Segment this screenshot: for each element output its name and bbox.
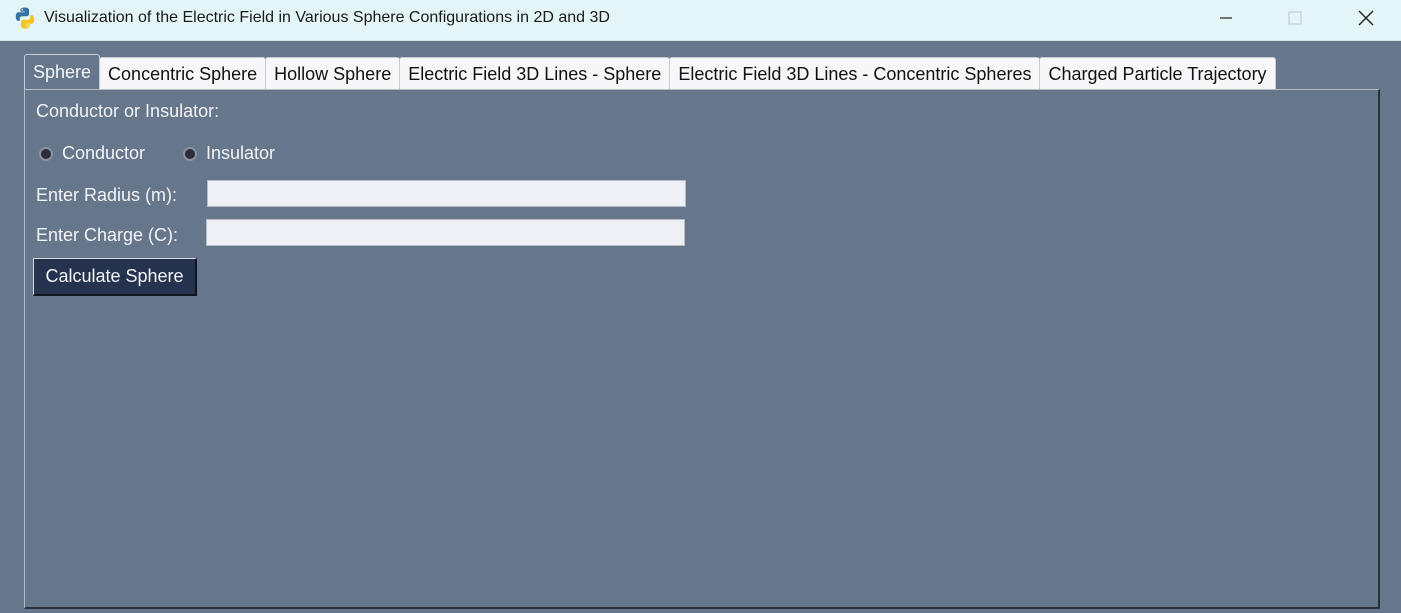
- close-button[interactable]: [1343, 0, 1389, 36]
- radius-label: Enter Radius (m):: [36, 185, 178, 205]
- window-title: Visualization of the Electric Field in V…: [44, 9, 610, 26]
- conductor-radio[interactable]: Conductor: [39, 143, 145, 164]
- radio-indicator-icon: [183, 146, 197, 161]
- app-window: Visualization of the Electric Field in V…: [0, 0, 1401, 613]
- tab-concentric-sphere[interactable]: Concentric Sphere: [99, 57, 267, 90]
- python-icon: [15, 7, 35, 29]
- calculate-sphere-button[interactable]: Calculate Sphere: [33, 258, 197, 296]
- tab-hollow-sphere[interactable]: Hollow Sphere: [265, 57, 401, 90]
- charge-label: Enter Charge (C):: [36, 225, 179, 245]
- maximize-icon: [1288, 11, 1302, 25]
- material-type-label: Conductor or Insulator:: [36, 101, 220, 121]
- title-bar: Visualization of the Electric Field in V…: [0, 0, 1401, 41]
- radius-input[interactable]: [207, 180, 686, 207]
- close-icon: [1358, 10, 1374, 26]
- sphere-panel: Conductor or Insulator: Conductor Insula…: [24, 89, 1380, 609]
- tab-bar: Sphere Concentric Sphere Hollow Sphere E…: [24, 54, 1276, 90]
- insulator-radio[interactable]: Insulator: [183, 143, 275, 164]
- tab-sphere[interactable]: Sphere: [24, 54, 101, 90]
- minimize-button[interactable]: [1203, 0, 1249, 36]
- charge-input[interactable]: [206, 219, 685, 246]
- tab-charged-particle-trajectory[interactable]: Charged Particle Trajectory: [1039, 57, 1276, 90]
- tab-electric-field-3d-sphere[interactable]: Electric Field 3D Lines - Sphere: [399, 57, 671, 90]
- tab-electric-field-3d-concentric[interactable]: Electric Field 3D Lines - Concentric Sph…: [669, 57, 1041, 90]
- insulator-radio-label: Insulator: [206, 143, 276, 163]
- conductor-radio-label: Conductor: [62, 143, 146, 163]
- minimize-icon: [1220, 17, 1232, 19]
- maximize-button[interactable]: [1272, 0, 1318, 36]
- radio-indicator-icon: [39, 146, 53, 161]
